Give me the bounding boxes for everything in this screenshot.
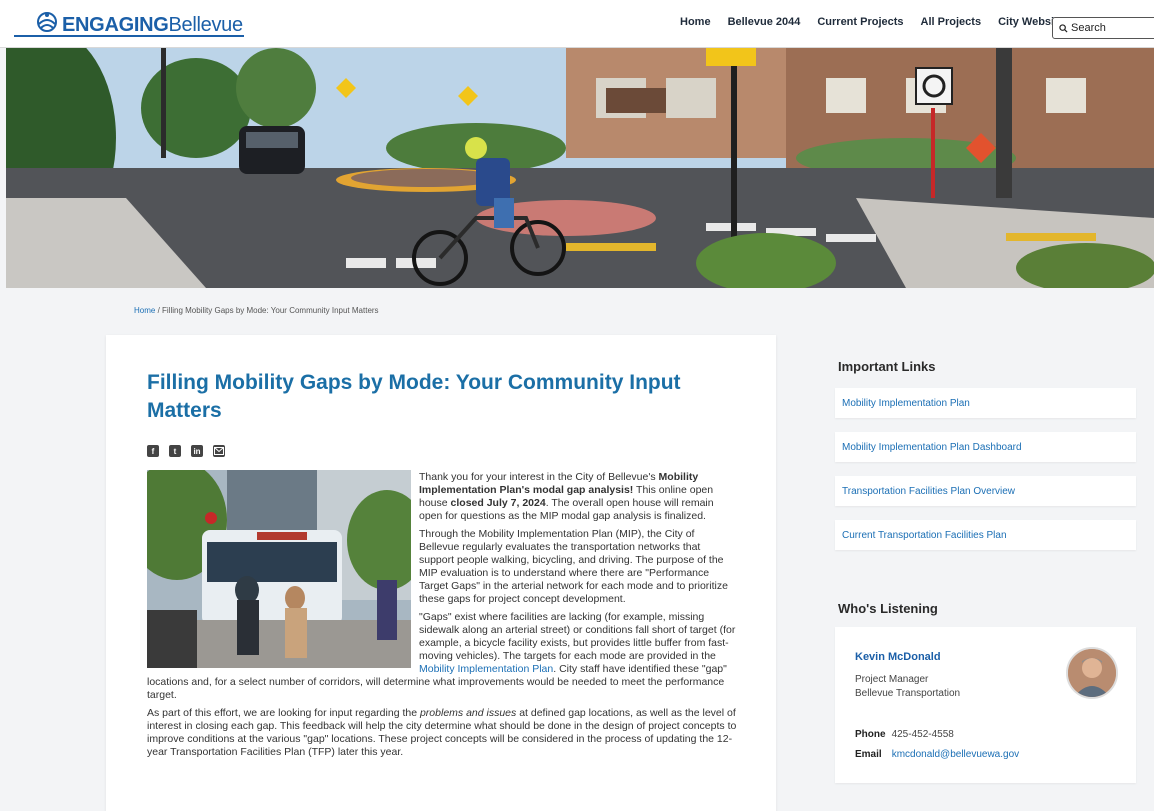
breadcrumb-current: Filling Mobility Gaps by Mode: Your Comm…	[162, 306, 379, 315]
twitter-icon[interactable]: t	[169, 445, 181, 457]
header-rule	[14, 35, 244, 37]
avatar	[1066, 647, 1118, 699]
logo-light: Bellevue	[168, 13, 244, 36]
p4-text-a: As part of this effort, we are looking f…	[147, 707, 420, 719]
contact-email-link[interactable]: kmcdonald@bellevuewa.gov	[892, 749, 1019, 760]
article-card: Filling Mobility Gaps by Mode: Your Comm…	[106, 335, 776, 811]
contact-email-row: Email kmcdonald@bellevuewa.gov	[855, 749, 1019, 760]
main-nav: Home Bellevue 2044 Current Projects All …	[680, 16, 1064, 28]
p4-emphasis: problems and issues	[419, 707, 517, 719]
whos-listening-heading: Who's Listening	[838, 601, 938, 616]
mip-link[interactable]: Mobility Implementation Plan	[419, 663, 553, 675]
email-label: Email	[855, 749, 882, 760]
search-icon	[1059, 23, 1068, 33]
breadcrumb-separator: /	[155, 306, 163, 315]
paragraph-4: As part of this effort, we are looking f…	[147, 707, 737, 759]
breadcrumb: Home / Filling Mobility Gaps by Mode: Yo…	[134, 306, 379, 315]
contact-card: Kevin McDonald Project Manager Bellevue …	[835, 627, 1136, 783]
email-icon[interactable]	[213, 445, 225, 457]
article-body: Thank you for your interest in the City …	[147, 471, 737, 764]
nav-all-projects[interactable]: All Projects	[921, 16, 982, 28]
site-header: ENGAGINGBellevue Home Bellevue 2044 Curr…	[0, 0, 1154, 48]
share-bar: f t in	[147, 445, 225, 457]
contact-org: Bellevue Transportation	[855, 688, 961, 699]
p1-bold-d: closed July 7, 2024	[450, 497, 546, 509]
hero-image	[6, 48, 1154, 288]
contact-title: Project Manager	[855, 674, 929, 685]
search-input[interactable]: Search	[1052, 17, 1154, 39]
nav-current-projects[interactable]: Current Projects	[817, 16, 903, 28]
linkedin-icon[interactable]: in	[191, 445, 203, 457]
phone-label: Phone	[855, 729, 886, 740]
page-title: Filling Mobility Gaps by Mode: Your Comm…	[147, 371, 681, 422]
important-links-heading: Important Links	[838, 359, 936, 374]
sidebar-link-tfp-overview[interactable]: Transportation Facilities Plan Overview	[835, 476, 1136, 506]
nav-home[interactable]: Home	[680, 16, 711, 28]
sidebar-link-mip-dashboard[interactable]: Mobility Implementation Plan Dashboard	[835, 432, 1136, 462]
p1-text-a: Thank you for your interest in the City …	[419, 471, 659, 483]
contact-role: Project Manager Bellevue Transportation	[855, 673, 960, 701]
facebook-icon[interactable]: f	[147, 445, 159, 457]
photo-spacer	[147, 471, 419, 669]
sidebar-link-current-tfp[interactable]: Current Transportation Facilities Plan	[835, 520, 1136, 550]
search-label: Search	[1071, 22, 1106, 34]
logo-bold: ENGAGING	[62, 13, 169, 36]
sidebar-link-mip[interactable]: Mobility Implementation Plan	[835, 388, 1136, 418]
p3-text-a: "Gaps" exist where facilities are lackin…	[419, 611, 736, 662]
breadcrumb-home[interactable]: Home	[134, 306, 155, 315]
nav-bellevue-2044[interactable]: Bellevue 2044	[728, 16, 801, 28]
contact-phone-row: Phone 425-452-4558	[855, 729, 954, 740]
contact-name: Kevin McDonald	[855, 651, 941, 663]
contact-phone: 425-452-4558	[891, 729, 954, 740]
logo-text: ENGAGINGBellevue	[62, 14, 243, 37]
